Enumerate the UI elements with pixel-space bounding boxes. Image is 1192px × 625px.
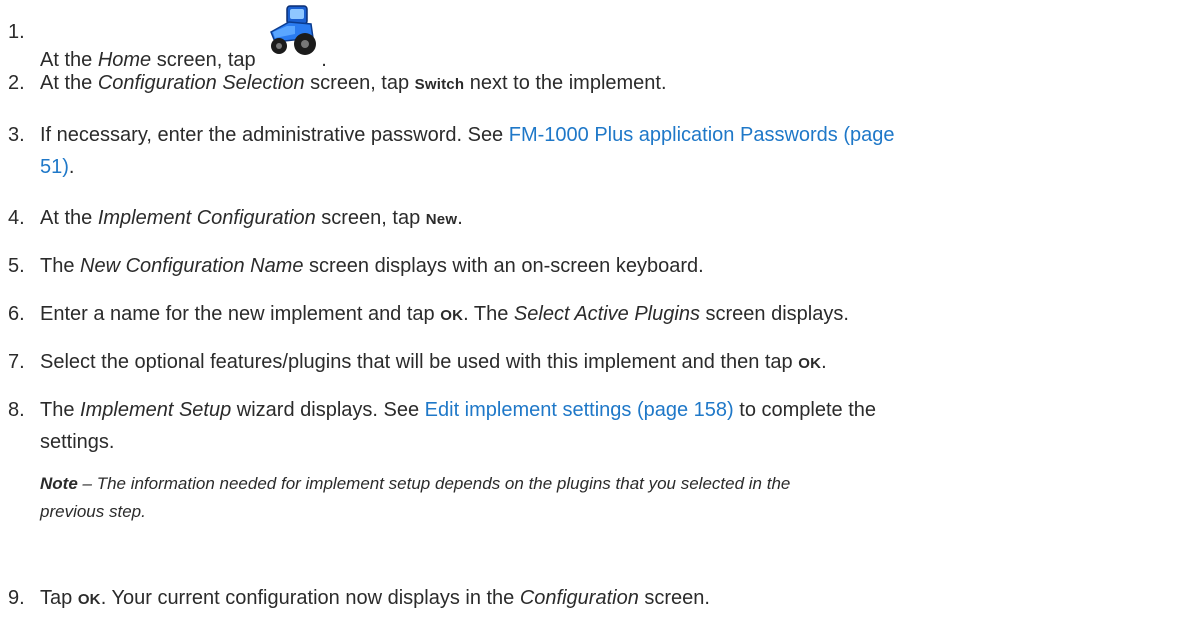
note-label: Note [40,474,78,493]
step-number: 1. [8,21,25,43]
step-text-part: . [68,156,75,178]
note-text: previous step. [40,502,146,521]
step-text: Enter a name for the new implement and t… [40,298,1184,332]
step-text-part: The [40,399,81,421]
step-text: settings. [40,431,115,453]
step-text-part: Select the optional features/plugins tha… [40,351,799,373]
edit-implement-settings-link[interactable]: Edit implement settings (page 158) [425,399,734,421]
note-text: The information needed for implement set… [96,474,791,493]
ui-control-name: OK [798,355,822,372]
step-number: 5. [8,255,25,277]
screen-name: Configuration [519,587,639,609]
step-number: 7. [8,351,25,373]
passwords-link[interactable]: FM-1000 Plus application Passwords (page [509,124,895,146]
tractor-icon [265,2,317,60]
step-number: 8. [8,399,25,421]
step-text-part: screen displays. [699,303,849,325]
step-number: 2. [8,72,25,94]
step-text-part: . [457,207,463,229]
ui-control-name: New [425,211,458,228]
step-text: Tap OK. Your current configuration now d… [40,582,1184,616]
step-text: Select the optional features/plugins tha… [40,346,1184,380]
step-text-part: next to the implement. [464,72,667,94]
screen-name: New Configuration Name [80,255,304,277]
step-text-part: screen, tap [315,207,426,229]
step-text-part: . Your current configuration now display… [100,587,520,609]
step-text: The Implement Setup wizard displays. See… [40,394,1184,426]
step-text-part: Tap [40,587,78,609]
step-text-part: . [821,351,827,373]
note-dash: – [77,474,97,493]
step-text-part: Enter a name for the new implement and t… [40,303,441,325]
step-text: 51). [40,151,1184,183]
step-number: 6. [8,303,25,325]
screen-name: Implement Configuration [97,207,316,229]
step-text: The New Configuration Name screen displa… [40,250,1184,282]
ui-control-name: Switch [414,76,465,93]
step-text-part: screen. [638,587,710,609]
screen-name: Select Active Plugins [513,303,700,325]
step-text: At the Implement Configuration screen, t… [40,202,1184,236]
step-number: 9. [8,587,25,609]
step-text-part: If necessary, enter the administrative p… [40,124,509,146]
step-text-part: wizard displays. See [231,399,425,421]
step-text-part: screen displays with an on-screen keyboa… [303,255,704,277]
screen-name: Configuration Selection [97,72,305,94]
step-number: 3. [8,124,25,146]
note: Note – The information needed for implem… [40,470,1180,498]
step-text-part: At the [40,207,98,229]
step-text-part: screen, tap [304,72,415,94]
passwords-link-page[interactable]: 51) [40,156,69,178]
screen-name: Implement Setup [80,399,232,421]
step-text-part: . The [463,303,514,325]
ui-control-name: OK [440,307,464,324]
step-number: 4. [8,207,25,229]
step-text-part: to complete the [733,399,877,421]
note-line-2: previous step. [40,498,1180,526]
ui-control-name: OK [77,591,101,608]
step-text-part: At the [40,72,98,94]
step-text: If necessary, enter the administrative p… [40,119,1184,151]
step-text: At the Configuration Selection screen, t… [40,67,1184,101]
step-text-part: The [40,255,81,277]
